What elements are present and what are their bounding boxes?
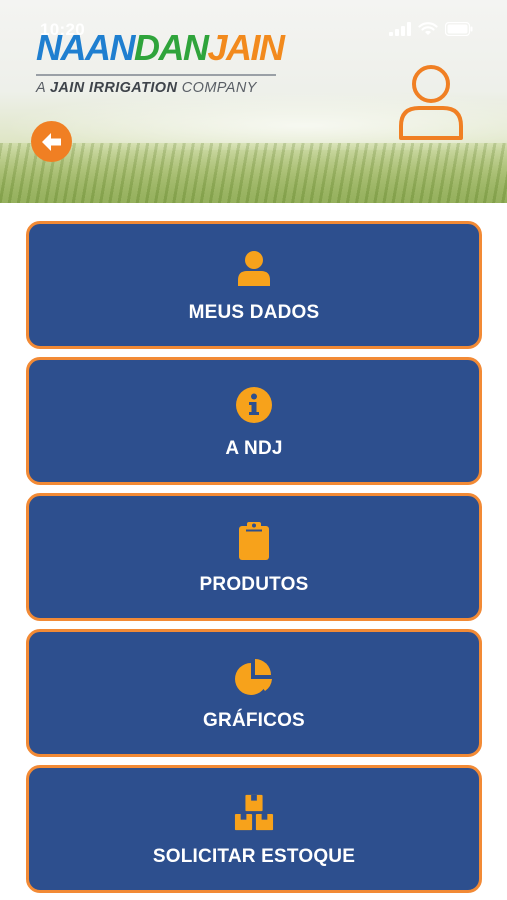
menu-item-produtos[interactable]: PRODUTOS [26,493,482,621]
menu-item-meus-dados[interactable]: MEUS DADOS [26,221,482,349]
menu-item-label: PRODUTOS [199,574,309,595]
menu-item-label: MEUS DADOS [188,302,320,323]
pie-chart-icon [234,656,274,698]
clipboard-icon [234,520,274,562]
main-menu: MEUS DADOS A NDJ PRODUTOS GRÁFICOS SOLIC… [26,221,482,900]
battery-icon [445,22,473,36]
tagline-suffix: COMPANY [177,80,257,96]
menu-item-label: A NDJ [225,438,283,459]
tagline-bold: JAIN IRRIGATION [49,80,178,96]
app-screen: 10:20 NAANDANJAIN A JAIN IRRIGATION COMP… [0,0,507,900]
menu-item-label: SOLICITAR ESTOQUE [152,846,356,867]
tagline-prefix: A [36,80,50,96]
signal-icon [389,22,411,36]
user-outline-icon [399,65,463,140]
logo-part-dan: DAN [134,27,209,68]
menu-item-a-ndj[interactable]: A NDJ [26,357,482,485]
brand-logo: NAANDANJAIN A JAIN IRRIGATION COMPANY [36,28,292,96]
profile-button[interactable] [396,62,466,142]
logo-part-naan: NAAN [36,27,136,68]
header-field-image [0,143,507,203]
logo-part-jain: JAIN [207,27,286,68]
menu-item-solicitar-estoque[interactable]: SOLICITAR ESTOQUE [26,765,482,893]
menu-item-graficos[interactable]: GRÁFICOS [26,629,482,757]
back-button[interactable] [31,121,72,162]
header-banner: 10:20 NAANDANJAIN A JAIN IRRIGATION COMP… [0,0,507,203]
status-icons [389,22,473,36]
user-icon [234,248,274,290]
boxes-icon [234,792,274,834]
info-icon [234,384,274,426]
logo-divider [36,74,276,76]
logo-wordmark: NAANDANJAIN [36,28,292,68]
wifi-icon [418,22,438,35]
menu-item-label: GRÁFICOS [203,710,305,731]
logo-tagline: A JAIN IRRIGATION COMPANY [36,80,292,96]
arrow-left-icon [41,132,61,151]
